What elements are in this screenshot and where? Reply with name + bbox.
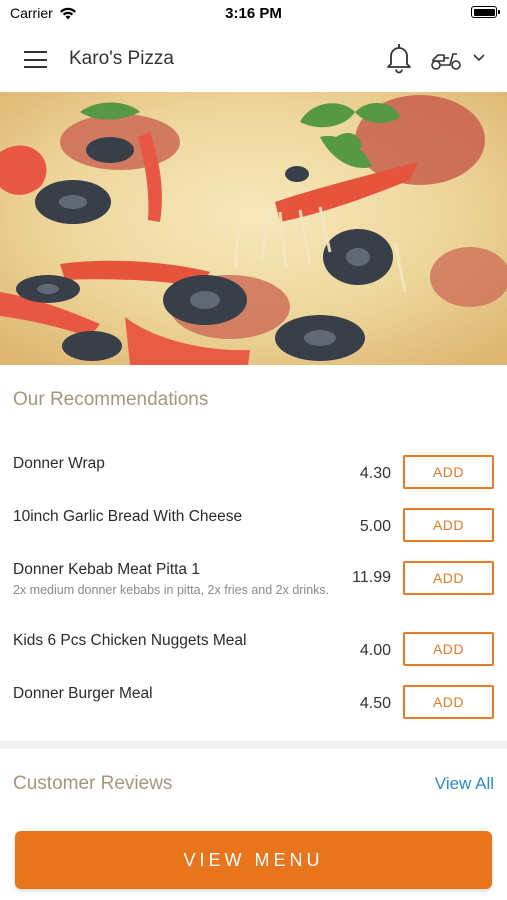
bell-icon[interactable] (385, 42, 413, 74)
item-name: 10inch Garlic Bread With Cheese (13, 508, 243, 525)
item-price: 4.00 (359, 642, 391, 659)
hero-pizza-image (0, 92, 507, 365)
app-header: Karo's Pizza (0, 27, 507, 92)
view-menu-button[interactable]: VIEW MENU (15, 831, 492, 889)
status-time: 3:16 PM (225, 5, 282, 22)
status-bar: Carrier 3:16 PM (0, 0, 507, 27)
add-button[interactable]: ADD (403, 632, 494, 666)
item-price: 4.50 (359, 695, 391, 712)
customer-reviews-title: Customer Reviews (13, 773, 173, 794)
item-description: 2x medium donner kebabs in pitta, 2x fri… (13, 583, 330, 597)
item-name: Donner Wrap (13, 455, 105, 472)
item-price: 4.30 (359, 465, 391, 482)
restaurant-title: Karo's Pizza (69, 48, 175, 69)
section-divider (0, 741, 507, 749)
item-name: Donner Kebab Meat Pitta 1 (13, 561, 200, 578)
pizza-image (0, 92, 507, 365)
hamburger-menu-icon[interactable] (24, 51, 47, 68)
item-name: Donner Burger Meal (13, 685, 153, 702)
add-button[interactable]: ADD (403, 685, 494, 719)
add-button[interactable]: ADD (403, 508, 494, 542)
view-all-link[interactable]: View All (435, 774, 494, 794)
battery-icon (471, 6, 500, 18)
add-button[interactable]: ADD (403, 561, 494, 595)
chevron-down-icon[interactable] (472, 53, 486, 63)
item-price: 11.99 (352, 569, 391, 586)
item-name: Kids 6 Pcs Chicken Nuggets Meal (13, 632, 247, 649)
scooter-icon[interactable] (430, 46, 462, 72)
item-price: 5.00 (359, 518, 391, 535)
add-button[interactable]: ADD (403, 455, 494, 489)
recommendations-title: Our Recommendations (13, 389, 209, 410)
